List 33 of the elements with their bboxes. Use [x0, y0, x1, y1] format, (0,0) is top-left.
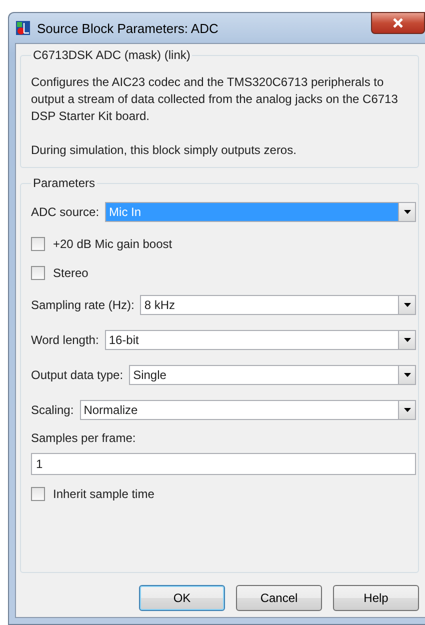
caret-icon	[404, 210, 410, 214]
field-label: ADC source:	[31, 204, 100, 218]
window-title: Source Block Parameters: ADC	[37, 20, 218, 36]
checkbox[interactable]	[31, 486, 45, 500]
description-text: During simulation, this block simply outputs zeros.	[31, 142, 298, 159]
close-icon	[392, 18, 404, 28]
dropdown[interactable]: 8 kHz	[140, 294, 416, 314]
checkbox-label: Inherit sample time	[53, 486, 154, 500]
field-label: Scaling:	[31, 402, 74, 416]
field-label: Output data type:	[31, 368, 124, 382]
checkbox[interactable]	[31, 266, 45, 280]
dropdown[interactable]: Single	[129, 364, 416, 384]
group-title: C6713DSK ADC (mask) (link)	[32, 48, 192, 62]
dialog-button[interactable]: Help	[333, 585, 419, 611]
caret-icon	[404, 338, 410, 342]
close-button[interactable]	[371, 12, 425, 34]
caret-icon	[404, 408, 410, 412]
group-title: Parameters	[32, 176, 96, 190]
dialog-button[interactable]: OK	[139, 585, 225, 611]
checkbox[interactable]	[31, 236, 45, 250]
description-text: Configures the AIC23 codec and the TMS320C6713 peripherals to output a stream of data collected from the analog jacks on the C6713 DSP Starter Kit board.	[31, 74, 399, 125]
app-icon	[15, 20, 31, 36]
caret-icon	[404, 372, 410, 376]
dialog-button[interactable]: Cancel	[236, 585, 322, 611]
checkbox-label: +20 dB Mic gain boost	[53, 236, 172, 250]
caret-icon	[404, 302, 410, 306]
field-label: Samples per frame:	[31, 431, 137, 445]
dropdown[interactable]: 16-bit	[104, 330, 416, 350]
input-field[interactable]: 1	[31, 453, 416, 475]
field-label: Sampling rate (Hz):	[31, 298, 134, 312]
dropdown[interactable]: Normalize	[80, 400, 416, 420]
checkbox-label: Stereo	[53, 266, 88, 280]
field-label: Word length:	[31, 332, 99, 346]
